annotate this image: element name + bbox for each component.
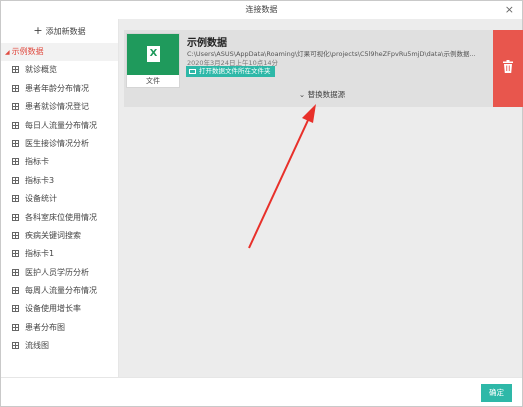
table-icon [12,121,19,129]
sidebar-item-label: 设备使用增长率 [25,304,81,314]
table-icon [12,287,19,295]
dialog-title: 连接数据 [245,5,278,14]
add-new-data-label: 添加新数据 [45,27,86,36]
sidebar-item[interactable]: 患者就诊情况登记 [1,98,118,116]
table-icon [12,139,19,147]
folder-icon [189,69,196,74]
close-icon[interactable]: × [505,3,514,16]
sidebar-item-label: 设备统计 [25,194,57,204]
sidebar-item[interactable]: 每日人流量分布情况 [1,117,118,135]
table-icon [12,176,19,184]
table-icon [12,323,19,331]
sidebar-item[interactable]: 患者分布图 [1,319,118,337]
open-folder-button[interactable]: 打开数据文件所在文件夹 [186,66,275,77]
add-new-data-button[interactable]: + 添加新数据 [1,19,118,43]
sidebar-item[interactable]: 设备使用增长率 [1,300,118,318]
sidebar-item[interactable]: 每周人流量分布情况 [1,282,118,300]
file-thumbnail[interactable]: X 文件 [126,33,180,88]
sidebar-item-label: 患者就诊情况登记 [25,102,89,112]
sidebar-list: 就诊概览患者年龄分布情况 患者就诊情况登记 每日人流量分布情况 医生接诊情况分析 指标卡… [1,61,118,355]
sidebar-item-label: 指标卡3 [25,175,55,185]
trash-icon [503,60,513,73]
table-icon [12,268,19,276]
sidebar-item-label: 医护人员学历分析 [25,267,89,277]
table-icon [12,195,19,203]
sidebar: + 添加新数据 ◢ 示例数据 就诊概览患者年龄分布情况 患者就诊情况登记 每日人流量分布… [1,19,119,377]
sidebar-item-sample-data[interactable]: ◢ 示例数据 [1,43,118,62]
datasource-card: X 文件 示例数据 C:\Users\ASUS\AppData\Roaming\… [124,30,523,107]
sidebar-item[interactable]: 患者年龄分布情况 [1,80,118,98]
sidebar-item-label: 每周人流量分布情况 [25,286,97,296]
table-icon [12,305,19,313]
table-icon [12,250,19,258]
sidebar-item-label: 指标卡 [25,157,49,167]
open-folder-label: 打开数据文件所在文件夹 [199,67,271,75]
footer: 确定 [1,377,522,407]
sidebar-item-label: 医生接诊情况分析 [25,138,89,148]
sidebar-item[interactable]: 就诊概览 [1,61,118,79]
sidebar-item-label: 各科室床位使用情况 [25,212,97,222]
chevron-down-icon: ⌄ [298,90,306,99]
file-type-label: 文件 [146,77,160,85]
caret-down-icon: ◢ [5,49,10,56]
sidebar-item[interactable]: 设备统计 [1,190,118,208]
table-icon [12,213,19,221]
sidebar-item[interactable]: 医护人员学历分析 [1,264,118,282]
sidebar-item-label: 每日人流量分布情况 [25,120,97,130]
sidebar-item[interactable]: 指标卡3 [1,172,118,190]
main-panel: X 文件 示例数据 C:\Users\ASUS\AppData\Roaming\… [119,19,523,377]
sidebar-item[interactable]: 医生接诊情况分析 [1,135,118,153]
replace-datasource-button[interactable]: ⌄ 替换数据源 [127,87,517,103]
table-icon [12,66,19,74]
table-icon [12,103,19,111]
sidebar-item-label: 示例数据 [11,47,44,56]
excel-x-glyph: X [147,46,160,62]
sidebar-item[interactable]: 各科室床位使用情况 [1,209,118,227]
sidebar-item[interactable]: 指标卡1 [1,245,118,263]
replace-datasource-label: 替换数据源 [307,90,346,99]
datasource-name: 示例数据 [187,38,227,49]
plus-icon: + [33,24,43,37]
title-bar: 连接数据 × [1,1,522,19]
table-icon [12,231,19,239]
sidebar-item-label: 流线图 [25,341,49,351]
sidebar-item[interactable]: 疾病关键词搜索 [1,227,118,245]
sidebar-item-label: 患者分布图 [25,322,65,332]
sidebar-item-label: 指标卡1 [25,249,55,259]
table-icon [12,84,19,92]
sidebar-item-label: 患者年龄分布情况 [25,83,89,93]
excel-icon: X [127,34,179,75]
sidebar-item-label: 就诊概览 [25,65,57,75]
table-icon [12,342,19,350]
confirm-button[interactable]: 确定 [481,384,512,402]
dialog-window: 连接数据 × + 添加新数据 ◢ 示例数据 就诊概览 患者年龄分布情况 患者就诊情况登记… [0,0,523,407]
sidebar-item[interactable]: 指标卡 [1,153,118,171]
sidebar-item-label: 疾病关键词搜索 [25,230,81,240]
table-icon [12,158,19,166]
sidebar-item[interactable]: 流线图 [1,337,118,355]
